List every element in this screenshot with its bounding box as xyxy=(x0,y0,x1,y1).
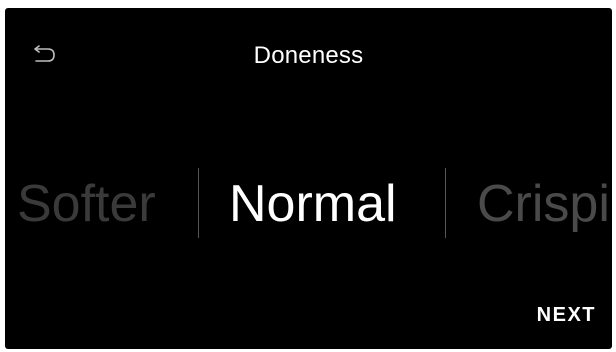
doneness-picker[interactable]: Softer Normal Crispi xyxy=(5,166,612,242)
page-title: Doneness xyxy=(253,42,364,69)
next-button[interactable]: NEXT xyxy=(537,304,596,327)
option-crispier[interactable]: Crispi xyxy=(477,166,610,242)
doneness-screen: Doneness Softer Normal Crispi NEXT xyxy=(5,8,612,349)
option-softer[interactable]: Softer xyxy=(17,166,156,242)
picker-divider-right xyxy=(445,168,446,238)
picker-divider-left xyxy=(198,168,199,238)
option-normal-selected[interactable]: Normal xyxy=(229,166,397,242)
